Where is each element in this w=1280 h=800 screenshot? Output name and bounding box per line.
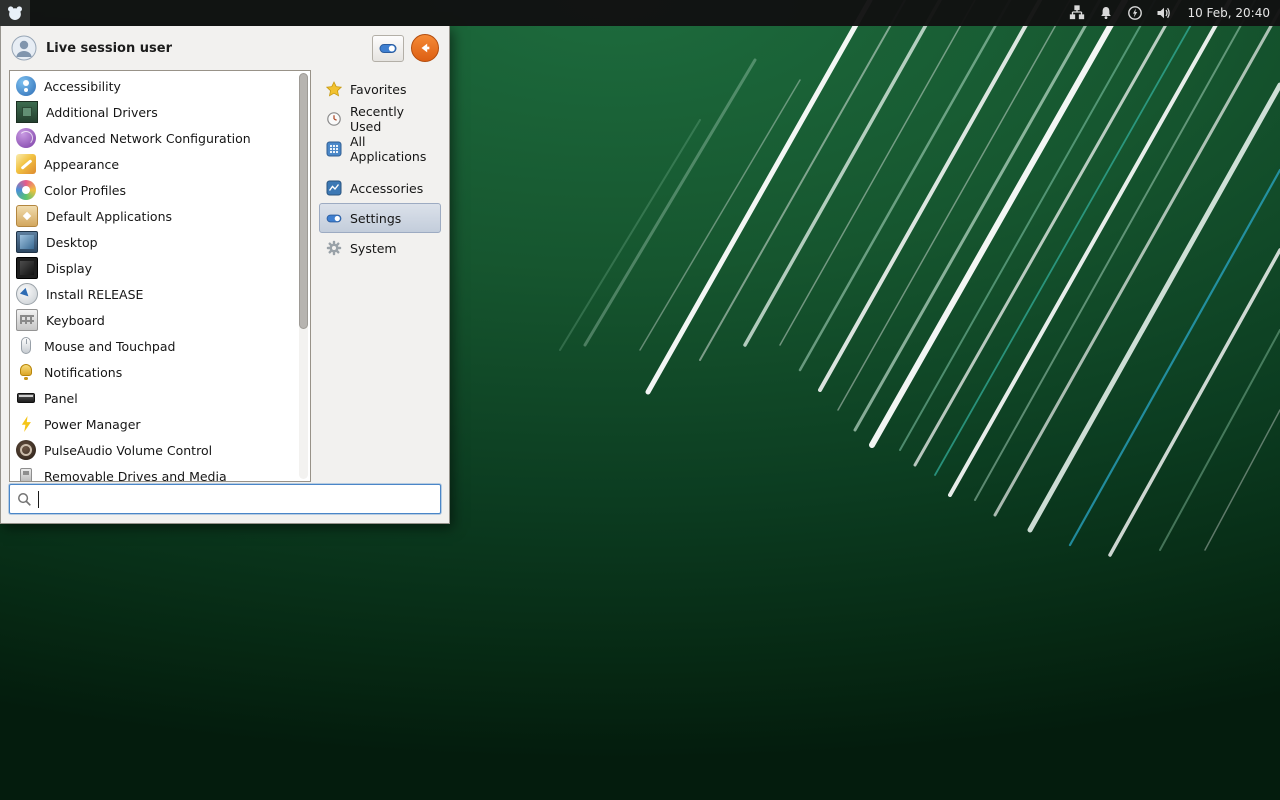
menu-body: Accessibility Additional Drivers Advance… (9, 70, 441, 482)
category-accessories[interactable]: Accessories (319, 173, 441, 203)
search-bar (9, 484, 441, 514)
app-item-notifications[interactable]: Notifications (10, 359, 310, 385)
desktop-icon (16, 231, 38, 253)
app-item-additional-drivers[interactable]: Additional Drivers (10, 99, 310, 125)
user-avatar-icon (11, 35, 37, 61)
application-list: Accessibility Additional Drivers Advance… (9, 70, 311, 482)
keyboard-icon (16, 309, 38, 331)
app-item-install-release[interactable]: Install RELEASE (10, 281, 310, 307)
category-settings[interactable]: Settings (319, 203, 441, 233)
app-item-display[interactable]: Display (10, 255, 310, 281)
advanced-network-icon (16, 128, 36, 148)
grid-icon (326, 141, 342, 157)
whisker-menu-button[interactable] (0, 0, 30, 26)
notifications-bell-icon (16, 362, 36, 382)
panel-clock[interactable]: 10 Feb, 20:40 (1184, 6, 1270, 20)
search-input[interactable] (39, 490, 433, 508)
scrollbar-thumb[interactable] (299, 73, 308, 329)
volume-icon[interactable] (1155, 4, 1173, 22)
app-item-removable-drives-and-media[interactable]: Removable Drives and Media (10, 463, 310, 481)
app-item-advanced-network-configuration[interactable]: Advanced Network Configuration (10, 125, 310, 151)
accessibility-icon (16, 76, 36, 96)
appearance-icon (16, 154, 36, 174)
menu-header: Live session user (1, 26, 449, 70)
app-item-desktop[interactable]: Desktop (10, 229, 310, 255)
category-separator (319, 164, 441, 173)
app-item-power-manager[interactable]: Power Manager (10, 411, 310, 437)
color-profiles-icon (16, 180, 36, 200)
app-list-scrollbar[interactable] (299, 73, 308, 479)
logout-arrow-icon (421, 43, 430, 53)
top-panel: 10 Feb, 20:40 (0, 0, 1280, 26)
app-item-pulseaudio-volume-control[interactable]: PulseAudio Volume Control (10, 437, 310, 463)
category-all-applications[interactable]: All Applications (319, 134, 441, 164)
network-icon[interactable] (1068, 4, 1086, 22)
category-recently-used[interactable]: Recently Used (319, 104, 441, 134)
category-system[interactable]: System (319, 233, 441, 263)
xubuntu-logo-icon (8, 6, 22, 20)
app-item-accessibility[interactable]: Accessibility (10, 73, 310, 99)
menu-user-title: Live session user (46, 40, 172, 56)
install-release-icon (16, 283, 38, 305)
app-item-mouse-and-touchpad[interactable]: Mouse and Touchpad (10, 333, 310, 359)
settings-toggle-icon (379, 43, 397, 53)
mouse-icon (16, 336, 36, 356)
display-icon (16, 257, 38, 279)
panel-icon (16, 388, 36, 408)
accessories-icon (326, 180, 342, 196)
app-item-keyboard[interactable]: Keyboard (10, 307, 310, 333)
clock-icon (326, 111, 342, 127)
settings-manager-button[interactable] (372, 34, 404, 62)
removable-drives-icon (16, 466, 36, 481)
system-tray: 10 Feb, 20:40 (1068, 4, 1280, 22)
logout-button[interactable] (411, 34, 439, 62)
category-favorites[interactable]: Favorites (319, 74, 441, 104)
pulseaudio-icon (16, 440, 36, 460)
default-applications-icon (16, 205, 38, 227)
app-item-color-profiles[interactable]: Color Profiles (10, 177, 310, 203)
category-list: Favorites Recently Used All Applications… (319, 70, 441, 482)
star-icon (326, 81, 342, 97)
app-item-default-applications[interactable]: Default Applications (10, 203, 310, 229)
app-item-panel[interactable]: Panel (10, 385, 310, 411)
search-icon (18, 492, 31, 506)
app-item-appearance[interactable]: Appearance (10, 151, 310, 177)
power-manager-icon (16, 414, 36, 434)
additional-drivers-icon (16, 101, 38, 123)
whisker-menu: Live session user Accessibility Addition… (0, 26, 450, 524)
gear-icon (326, 240, 342, 256)
notifications-icon[interactable] (1097, 4, 1115, 22)
settings-switch-icon (326, 210, 342, 226)
power-icon[interactable] (1126, 4, 1144, 22)
